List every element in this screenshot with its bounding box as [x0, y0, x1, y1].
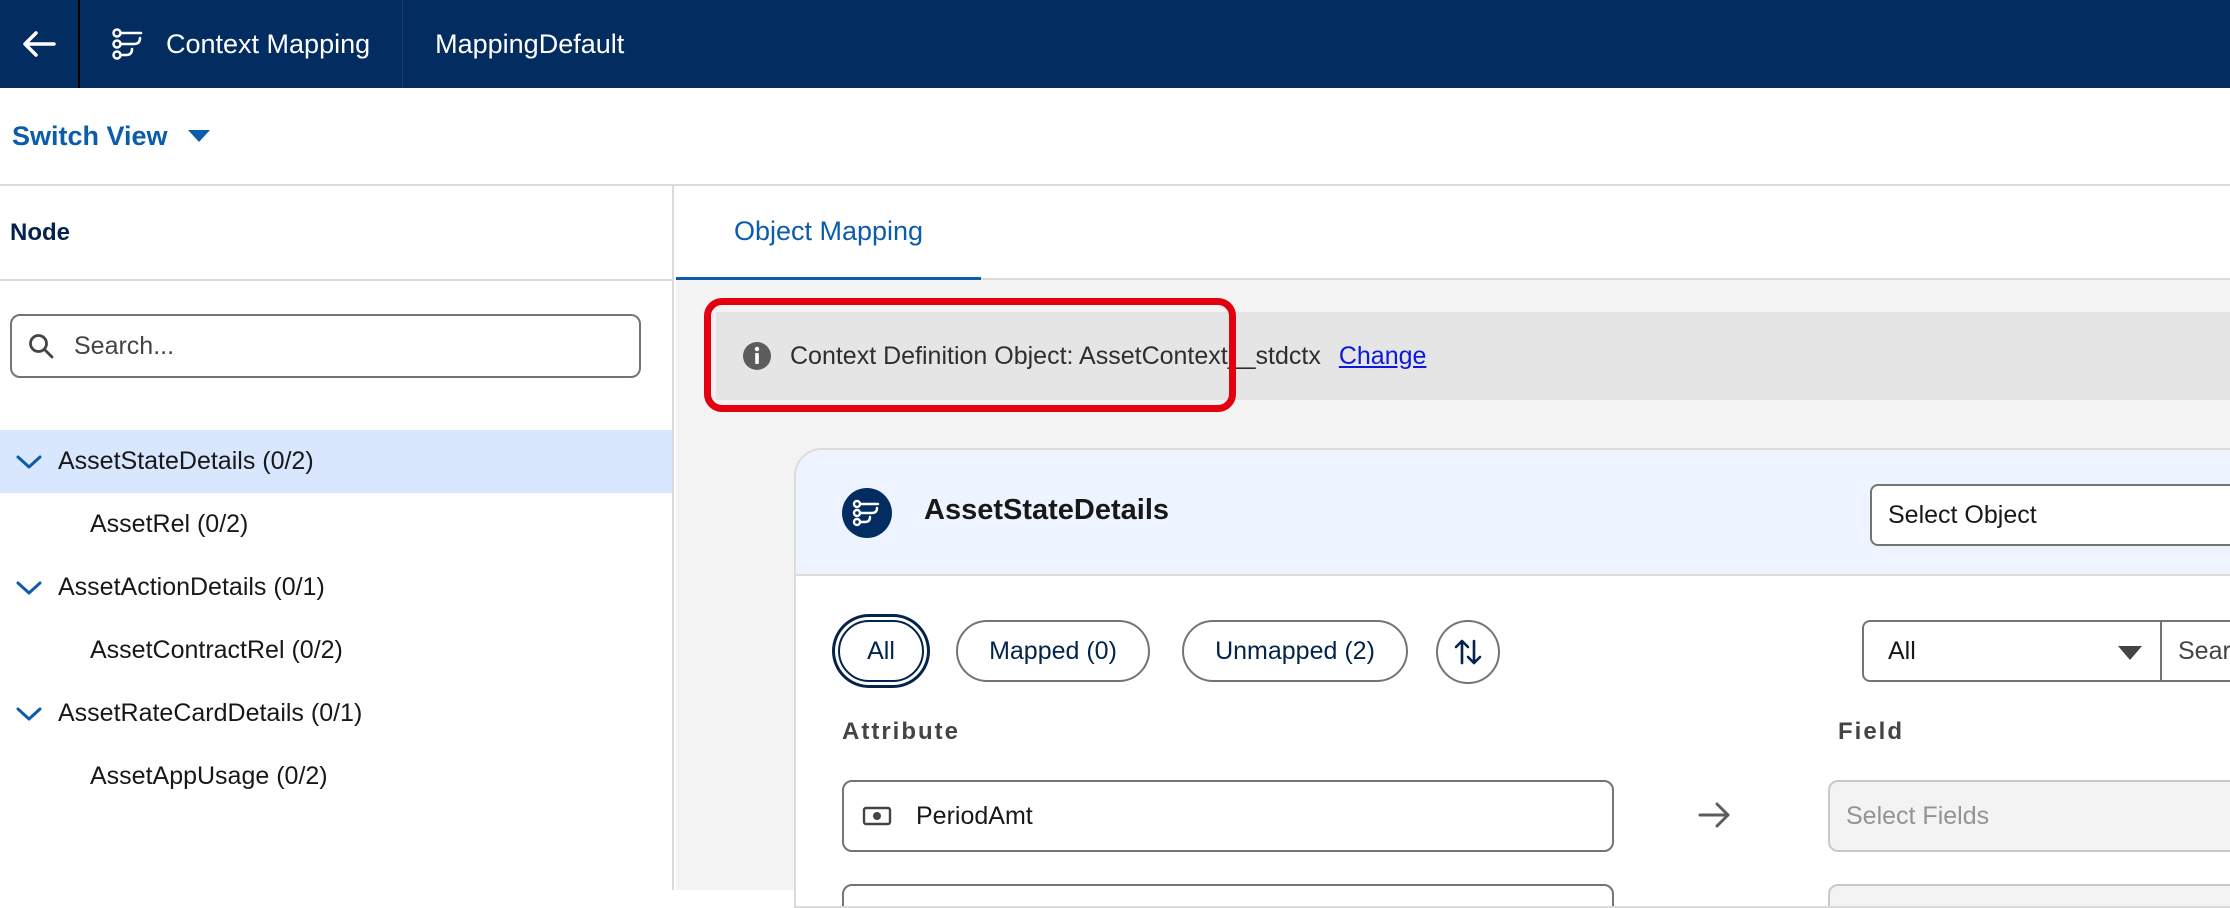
select-fields-dropdown[interactable]: [1828, 884, 2230, 906]
chevron-down-icon[interactable]: [14, 704, 44, 724]
tree-item-label: AssetActionDetails (0/1): [58, 573, 325, 601]
field-column-header: Field: [1838, 718, 1905, 745]
tree-item-assetappusage[interactable]: AssetAppUsage (0/2): [0, 745, 672, 808]
tree-item-assetratecarddetails[interactable]: AssetRateCardDetails (0/1): [0, 682, 672, 745]
attribute-column-header: Attribute: [842, 718, 960, 745]
switch-view-button[interactable]: Switch View: [12, 121, 210, 152]
node-panel: Node AssetStateDetails (0/2) AssetRel (0…: [0, 186, 674, 890]
main-panel: Object Mapping Context Definition Object…: [676, 186, 2230, 908]
context-definition-text: Context Definition Object: AssetContext_…: [790, 341, 1321, 370]
sort-button[interactable]: [1436, 620, 1500, 684]
app-title-section: Context Mapping: [80, 0, 404, 88]
app-title: Context Mapping: [166, 28, 371, 59]
tree-item-assetstatedetails[interactable]: AssetStateDetails (0/2): [0, 430, 672, 493]
context-mapping-icon: [112, 28, 143, 60]
search-icon: [29, 334, 54, 359]
tree-item-label: AssetRel (0/2): [90, 510, 249, 538]
tree-item-assetcontractrel[interactable]: AssetContractRel (0/2): [0, 619, 672, 682]
node-search-input[interactable]: [74, 331, 614, 361]
sort-icon: [1454, 639, 1482, 665]
select-fields-dropdown[interactable]: Select Fields: [1828, 780, 2230, 852]
tree-item-label: AssetRateCardDetails (0/1): [58, 699, 363, 727]
attribute-label: PeriodAmt: [916, 801, 1033, 830]
card-header: AssetStateDetails Select Object: [796, 450, 2230, 576]
top-bar: Context Mapping MappingDefault: [0, 0, 2230, 88]
switch-view-label: Switch View: [12, 120, 168, 151]
node-search-field[interactable]: [10, 314, 641, 378]
arrow-right-icon: [1698, 802, 1730, 828]
caret-down-icon: [2118, 646, 2142, 660]
filter-unmapped-button[interactable]: Unmapped (2): [1182, 620, 1408, 682]
tree-item-assetrel[interactable]: AssetRel (0/2): [0, 493, 672, 556]
back-arrow-icon: [23, 31, 56, 57]
chevron-down-icon[interactable]: [14, 578, 44, 598]
type-filter-dropdown[interactable]: All: [1862, 620, 2162, 682]
node-tree: AssetStateDetails (0/2) AssetRel (0/2) A…: [0, 430, 672, 808]
tree-item-assetactiondetails[interactable]: AssetActionDetails (0/1): [0, 556, 672, 619]
filter-all-button[interactable]: All: [838, 620, 924, 682]
tab-object-mapping[interactable]: Object Mapping: [676, 186, 981, 280]
filter-mapped-button[interactable]: Mapped (0): [956, 620, 1150, 682]
card-title: AssetStateDetails: [924, 494, 1169, 526]
attribute-search-field[interactable]: [2160, 620, 2230, 682]
tab-bar: Object Mapping: [676, 186, 2230, 280]
mapping-name-tab[interactable]: MappingDefault: [403, 29, 656, 60]
switch-view-bar: Switch View: [0, 88, 2230, 186]
node-mapping-icon: [842, 488, 892, 538]
tree-item-label: AssetAppUsage (0/2): [90, 762, 328, 790]
currency-icon: [862, 806, 892, 826]
select-object-dropdown[interactable]: Select Object: [1870, 484, 2230, 546]
node-header: Node: [0, 186, 672, 281]
change-link[interactable]: Change: [1339, 342, 1427, 371]
context-definition-info: Context Definition Object: AssetContext_…: [716, 312, 2230, 400]
caret-down-icon: [187, 130, 210, 142]
attribute-field: PeriodAmt: [842, 780, 1614, 852]
mapping-card: AssetStateDetails Select Object All Mapp…: [794, 448, 2230, 908]
info-icon: [743, 342, 771, 370]
back-button[interactable]: [0, 0, 80, 88]
tree-item-label: AssetStateDetails (0/2): [58, 447, 314, 475]
attribute-field: [842, 884, 1614, 906]
chevron-down-icon[interactable]: [14, 452, 44, 472]
type-filter-value: All: [1888, 636, 1916, 665]
tree-item-label: AssetContractRel (0/2): [90, 636, 343, 664]
attribute-search-input[interactable]: [2178, 636, 2230, 666]
